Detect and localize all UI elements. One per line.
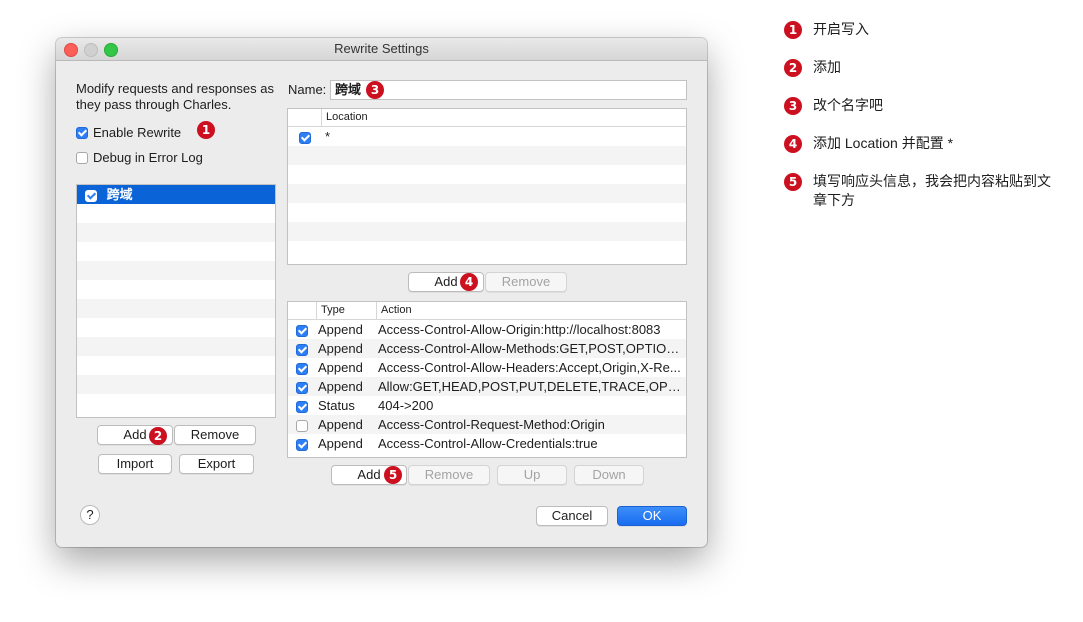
annotation-badge-2: 2 [149,427,167,445]
empty-row [288,203,686,222]
description-text: Modify requests and responses as they pa… [76,81,274,112]
note-text: 添加 Location 并配置 * [813,135,954,151]
titlebar: Rewrite Settings [56,38,707,61]
enable-rewrite-label: Enable Rewrite [93,124,182,140]
action-row[interactable]: Append Access-Control-Allow-Origin:http:… [288,320,686,339]
action-type: Append [318,322,363,337]
rewrite-settings-window: Rewrite Settings Modify requests and res… [56,38,707,547]
action-value: Access-Control-Allow-Credentials:true [378,436,598,451]
empty-row [77,337,275,356]
empty-row [77,299,275,318]
note-text: 填写响应头信息，我会把内容粘贴到文章下方 [813,173,1051,208]
remove-rule-button[interactable]: Remove [174,425,256,445]
action-row[interactable]: Append Allow:GET,HEAD,POST,PUT,DELETE,TR… [288,377,686,396]
ok-button[interactable]: OK [617,506,687,526]
empty-row [288,184,686,203]
window-title: Rewrite Settings [334,41,429,56]
empty-row [77,375,275,394]
zoom-window-button[interactable] [104,43,118,57]
note-badge: 2 [784,59,802,77]
empty-row [77,394,275,413]
remove-location-button[interactable]: Remove [485,272,567,292]
help-icon[interactable]: ? [80,505,100,525]
empty-row [288,165,686,184]
action-type: Append [318,436,363,451]
remove-action-button[interactable]: Remove [408,465,490,485]
rule-item[interactable]: 跨域 [77,185,275,204]
debug-log-check-icon[interactable] [76,151,88,164]
action-row[interactable]: Append Access-Control-Allow-Headers:Acce… [288,358,686,377]
export-button[interactable]: Export [179,454,254,474]
move-up-button[interactable]: Up [497,465,567,485]
move-down-button[interactable]: Down [574,465,644,485]
cancel-button[interactable]: Cancel [536,506,608,526]
import-button[interactable]: Import [98,454,172,474]
action-enabled-checkbox[interactable] [296,381,308,394]
action-row[interactable]: Append Access-Control-Allow-Credentials:… [288,434,686,453]
action-type: Append [318,341,363,356]
action-type: Append [318,379,363,394]
action-value: Access-Control-Allow-Origin:http://local… [378,322,661,337]
rule-enabled-checkbox[interactable] [85,189,97,202]
action-value: 404->200 [378,398,434,413]
action-enabled-checkbox[interactable] [296,438,308,451]
location-table[interactable]: Location * [287,108,687,265]
empty-row [77,223,275,242]
annotation-badge-5: 5 [384,466,402,484]
location-column-header[interactable]: Location [321,109,368,126]
note-text: 添加 [813,59,841,75]
empty-row [288,146,686,165]
minimize-window-button[interactable] [84,43,98,57]
enable-rewrite-check-icon[interactable] [76,126,88,139]
annotation-badge-4: 4 [460,273,478,291]
actions-table-header: Type Action [288,302,686,320]
action-column-header[interactable]: Action [376,302,412,319]
note-text: 开启写入 [813,21,869,37]
empty-row [77,356,275,375]
location-enabled-checkbox[interactable] [299,131,311,144]
empty-row [288,222,686,241]
action-value: Access-Control-Allow-Headers:Accept,Orig… [378,360,681,375]
close-window-button[interactable] [64,43,78,57]
note-badge: 4 [784,135,802,153]
action-enabled-checkbox[interactable] [296,362,308,375]
action-type: Append [318,360,363,375]
name-label: Name: [288,82,327,97]
note-badge: 1 [784,21,802,39]
action-type: Status [318,398,355,413]
rules-list[interactable]: 跨域 [76,184,276,418]
location-row[interactable]: * [288,127,686,146]
actions-table[interactable]: Type Action Append Access-Control-Allow-… [287,301,687,458]
action-row[interactable]: Append Access-Control-Request-Method:Ori… [288,415,686,434]
action-enabled-checkbox[interactable] [296,324,308,337]
empty-row [77,261,275,280]
type-column-header[interactable]: Type [316,302,345,319]
action-value: Allow:GET,HEAD,POST,PUT,DELETE,TRACE,OPT… [378,379,683,394]
annotation-badge-1: 1 [197,121,215,139]
action-row[interactable]: Status 404->200 [288,396,686,415]
note-badge: 3 [784,97,802,115]
debug-log-label: Debug in Error Log [93,149,203,165]
location-table-header: Location [288,109,686,127]
enable-rewrite-checkbox[interactable]: Enable Rewrite [76,123,181,141]
annotation-badge-3: 3 [366,81,384,99]
empty-row [77,242,275,261]
empty-row [77,280,275,299]
rule-name: 跨域 [106,187,133,202]
action-type: Append [318,417,363,432]
debug-error-log-checkbox[interactable]: Debug in Error Log [76,148,203,166]
empty-row [77,318,275,337]
note-badge: 5 [784,173,802,191]
location-value: * [325,129,331,144]
action-enabled-checkbox[interactable] [296,400,308,413]
empty-row [288,241,686,260]
action-row[interactable]: Append Access-Control-Allow-Methods:GET,… [288,339,686,358]
action-enabled-checkbox[interactable] [296,419,308,432]
action-value: Access-Control-Request-Method:Origin [378,417,605,432]
action-value: Access-Control-Allow-Methods:GET,POST,OP… [378,341,683,356]
action-enabled-checkbox[interactable] [296,343,308,356]
empty-row [77,204,275,223]
note-text: 改个名字吧 [813,97,883,113]
